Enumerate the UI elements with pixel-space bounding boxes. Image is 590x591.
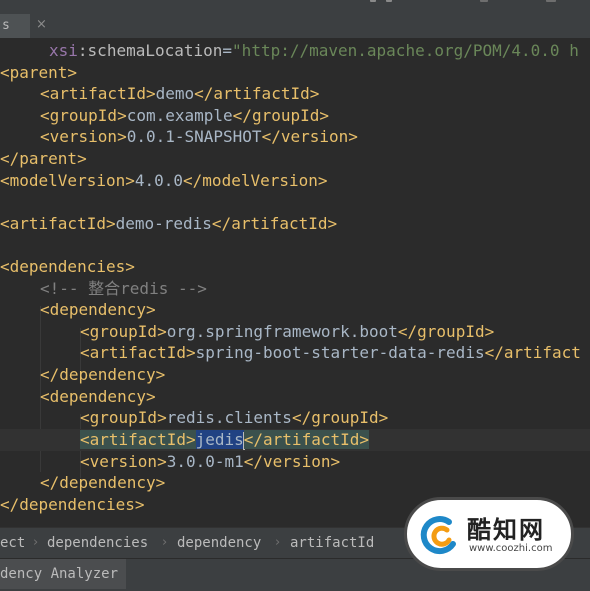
close-tag: </groupId> xyxy=(397,322,495,341)
code-line-8: <artifactId>demo-redis</artifactId> xyxy=(0,213,337,235)
toolbar-icon[interactable] xyxy=(386,0,392,2)
open-tag: <artifactId> xyxy=(80,343,196,362)
tag: </dependency> xyxy=(40,473,166,492)
close-tag: </version> xyxy=(243,452,341,471)
coozhi-logo-icon xyxy=(420,516,456,555)
open-tag: <groupId> xyxy=(80,322,167,341)
tag-value: 0.0.1-SNAPSHOT xyxy=(126,127,262,146)
code-line-6: </parent> xyxy=(0,148,87,170)
code-line-12: <groupId>org.springframework.boot</group… xyxy=(80,321,494,343)
close-tag: </groupId> xyxy=(291,408,389,427)
toolbar-icons xyxy=(370,0,570,6)
tag: <dependency> xyxy=(40,300,156,319)
tag-value: com.example xyxy=(126,106,233,125)
breadcrumb-item[interactable]: artifactId xyxy=(290,528,374,558)
open-tag-matched: <artifactId> xyxy=(80,430,196,449)
code-line-20: </dependencies> xyxy=(0,494,145,516)
code-editor[interactable]: xsi:schemaLocation="http://maven.apache.… xyxy=(0,38,590,520)
toolbar-icon[interactable] xyxy=(480,0,488,2)
code-line-7: <modelVersion>4.0.0</modelVersion> xyxy=(0,170,328,192)
tag: </dependency> xyxy=(40,365,166,384)
open-tag: <version> xyxy=(80,452,167,471)
tag-value: spring-boot-starter-data-redis xyxy=(195,343,485,362)
tag-value: org.springframework.boot xyxy=(166,322,398,341)
chevron-right-icon: › xyxy=(162,535,168,550)
tag: <parent> xyxy=(0,63,78,82)
attr-name: schemaLocation xyxy=(87,41,223,60)
close-tag: </artifactId> xyxy=(194,84,320,103)
tag-value: demo-redis xyxy=(115,214,212,233)
close-tag-matched: </artifactId> xyxy=(243,430,369,449)
comment: <!-- 整合redis --> xyxy=(40,279,207,298)
code-line-15: <dependency> xyxy=(40,386,156,408)
code-line-1: xsi:schemaLocation="http://maven.apache.… xyxy=(49,41,579,60)
code-line-16: <groupId>redis.clients</groupId> xyxy=(80,407,388,429)
tag: <dependency> xyxy=(40,387,156,406)
code-line-18: <version>3.0.0-m1</version> xyxy=(80,451,340,473)
close-tag: </artifactId> xyxy=(211,214,338,233)
attr-prefix: xsi xyxy=(49,41,78,60)
code-line-11: <dependency> xyxy=(40,299,156,321)
tab-pom[interactable]: s xyxy=(0,14,30,38)
tag: </parent> xyxy=(0,149,87,168)
toolbar-icon[interactable] xyxy=(370,0,376,2)
close-tag: </artifact xyxy=(484,343,581,362)
code-line-17-current: <artifactId>jedis</artifactId> xyxy=(0,429,590,451)
toolbar-icon[interactable] xyxy=(546,0,556,2)
watermark-brand: 酷知网 xyxy=(467,516,545,544)
close-tag: </modelVersion> xyxy=(183,171,328,190)
code-line-19: </dependency> xyxy=(40,472,165,494)
breadcrumb-item[interactable]: ect xyxy=(0,528,25,558)
chevron-right-icon: › xyxy=(275,535,281,550)
code-line-10: <!-- 整合redis --> xyxy=(40,278,207,300)
code-line-9: <dependencies> xyxy=(0,256,135,278)
breadcrumb-item[interactable]: dependencies xyxy=(47,528,148,558)
open-tag: <version> xyxy=(40,127,127,146)
chevron-right-icon: › xyxy=(33,535,39,550)
tab-label: s xyxy=(2,18,10,33)
selected-word: jedis xyxy=(195,430,244,449)
open-tag: <artifactId> xyxy=(0,214,116,233)
tag: </dependencies> xyxy=(0,495,145,514)
code-line-14: </dependency> xyxy=(40,364,165,386)
open-tag: <modelVersion> xyxy=(0,171,135,190)
tag-value: 4.0.0 xyxy=(134,171,184,190)
close-icon[interactable]: × xyxy=(36,17,47,32)
code-line-3: <artifactId>demo</artifactId> xyxy=(40,83,319,105)
code-line-5: <version>0.0.1-SNAPSHOT</version> xyxy=(40,126,358,148)
open-tag: <groupId> xyxy=(40,106,127,125)
watermark-url: www.coozhi.com xyxy=(469,543,553,554)
tag: <dependencies> xyxy=(0,257,135,276)
tag-value: redis.clients xyxy=(166,408,292,427)
dependency-analyzer-tab[interactable]: dency Analyzer xyxy=(0,559,127,589)
open-tag: <artifactId> xyxy=(40,84,156,103)
open-tag: <groupId> xyxy=(80,408,167,427)
tag-value: 3.0.0-m1 xyxy=(166,452,244,471)
watermark-logo: 酷知网 www.coozhi.com xyxy=(404,497,574,571)
code-line-4: <groupId>com.example</groupId> xyxy=(40,105,329,127)
breadcrumb-item[interactable]: dependency xyxy=(177,528,261,558)
equals-sign: = xyxy=(222,41,233,60)
code-line-13: <artifactId>spring-boot-starter-data-red… xyxy=(80,342,581,364)
close-tag: </groupId> xyxy=(232,106,329,125)
close-tag: </version> xyxy=(261,127,358,146)
tag-value: demo xyxy=(155,84,195,103)
code-line-2: <parent> xyxy=(0,62,77,84)
editor-tab-bar: s × xyxy=(0,0,590,39)
attr-value: "http://maven.apache.org/POM/4.0.0 h xyxy=(232,41,579,60)
